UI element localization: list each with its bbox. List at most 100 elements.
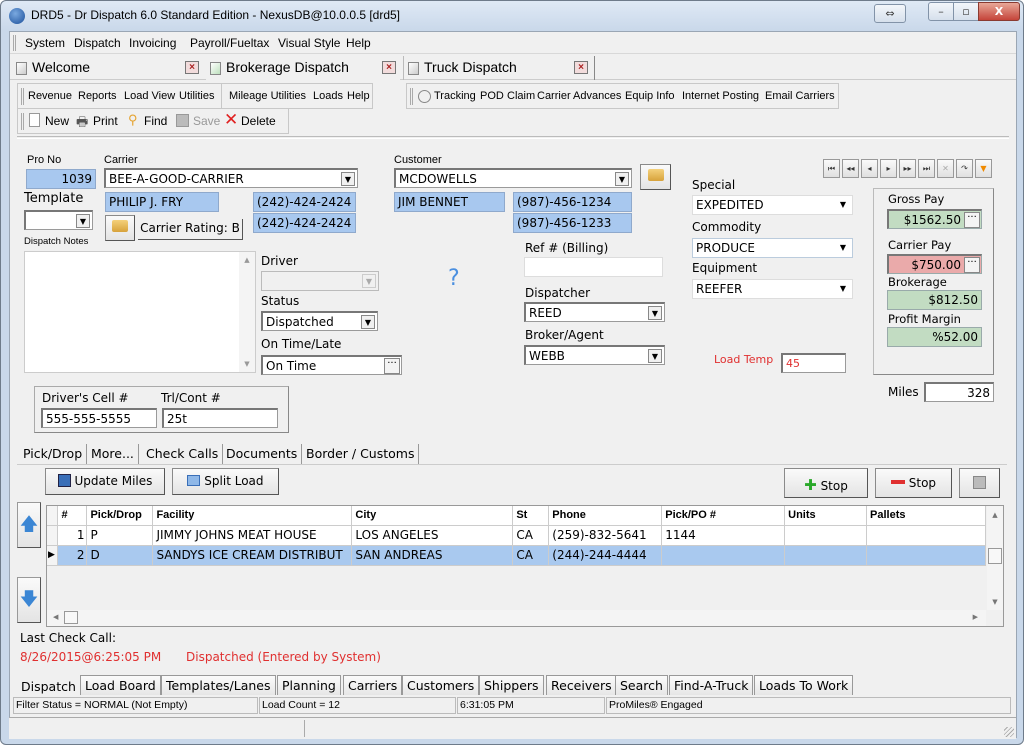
cell-type[interactable]: P [86,525,154,546]
tab-check-calls[interactable]: Check Calls [142,444,224,464]
template-select[interactable]: ▼ [24,210,93,230]
cancel-record-button[interactable]: ✕ [937,159,954,178]
carrier-phone1-field[interactable]: (242)-424-2424 [253,192,356,212]
menu-revenue[interactable]: Revenue [28,90,72,102]
menu-payroll[interactable]: Payroll/Fueltax [190,36,269,50]
prior-page-button[interactable]: ◂◂ [842,159,859,178]
commodity-select[interactable]: PRODUCE ▼ [692,238,853,258]
col-header[interactable]: Pick/PO # [661,506,786,526]
chevron-down-icon[interactable]: ▼ [362,274,376,288]
carrier-rating-button[interactable]: Carrier Rating: B [138,219,243,240]
cell-phone[interactable]: (244)-244-4444 [548,545,663,566]
help-icon[interactable]: ? [448,266,460,291]
maximize-button[interactable]: ▫ [953,2,979,21]
cell-units[interactable] [784,545,868,566]
print-button[interactable]: Print [93,114,118,128]
broker-select[interactable]: WEBB ▼ [524,345,665,365]
first-record-button[interactable]: ⏮ [823,159,840,178]
tab-pick-drop[interactable]: Pick/Drop [19,444,88,464]
scroll-thumb[interactable] [64,611,78,624]
customer-email-button[interactable] [640,164,671,190]
find-button[interactable]: Find [144,114,167,128]
cell-po[interactable] [661,545,786,566]
miles-field[interactable]: 328 [924,382,994,402]
ellipsis-button[interactable]: ··· [964,257,980,273]
trailer-field[interactable]: 25t [162,408,278,428]
refresh-button[interactable]: ↷ [956,159,973,178]
save-stops-button[interactable] [959,468,1000,498]
tab-brokerage-dispatch[interactable]: Brokerage Dispatch × [206,56,400,80]
col-header[interactable]: Pallets [866,506,986,526]
menu-toolbar-help[interactable]: Help [347,90,370,102]
tab-truck-dispatch[interactable]: Truck Dispatch × [403,56,595,80]
customer-select[interactable]: MCDOWELLS ▼ [394,168,632,188]
col-header[interactable]: Phone [548,506,663,526]
cell-num[interactable]: 2 [57,545,88,566]
chevron-down-icon[interactable]: ▼ [341,172,355,186]
col-header[interactable]: Facility [152,506,353,526]
chevron-down-icon[interactable]: ▼ [836,282,850,296]
tab-dispatch[interactable]: Dispatch [17,677,80,697]
menu-system[interactable]: System [25,36,65,50]
cell-pallets[interactable] [866,545,986,566]
cell-type[interactable]: D [86,545,154,566]
menu-equip-info[interactable]: Equip Info [625,90,675,102]
add-stop-button[interactable]: ✚ Stop [784,468,868,498]
equipment-select[interactable]: REEFER ▼ [692,279,853,299]
tab-find-a-truck[interactable]: Find-A-Truck [669,675,754,695]
tab-documents[interactable]: Documents [222,444,303,464]
cell-units[interactable] [784,525,868,546]
load-temp-field[interactable]: 45 [781,353,846,373]
scroll-thumb[interactable] [988,548,1002,564]
chevron-down-icon[interactable]: ▼ [836,198,850,212]
update-miles-button[interactable]: Update Miles [45,468,165,495]
carrier-phone2-field[interactable]: (242)-424-2424 [253,213,356,233]
menu-internet-posting[interactable]: Internet Posting [682,90,759,102]
cell-city[interactable]: SAN ANDREAS [351,545,514,566]
cell-state[interactable]: CA [512,545,550,566]
menu-tracking[interactable]: Tracking [434,90,476,102]
toolbar-grip[interactable] [410,88,413,105]
prior-record-button[interactable]: ◂ [861,159,878,178]
close-tab-icon[interactable]: × [574,61,588,74]
cell-phone[interactable]: (259)-832-5641 [548,525,663,546]
cell-num[interactable]: 1 [57,525,88,546]
col-header[interactable]: Pick/Drop [86,506,154,526]
next-page-button[interactable]: ▸▸ [899,159,916,178]
new-button[interactable]: New [45,114,69,128]
driver-select[interactable]: ▼ [261,271,379,291]
carrier-email-button[interactable] [105,215,135,241]
tab-loads-to-work[interactable]: Loads To Work [754,675,854,695]
customer-phone2-field[interactable]: (987)-456-1233 [513,213,632,233]
toolbar-grip[interactable] [13,35,16,51]
tab-welcome[interactable]: Welcome × [12,56,204,80]
menu-dispatch[interactable]: Dispatch [74,36,121,50]
dispatcher-select[interactable]: REED ▼ [524,302,665,322]
tab-templates-lanes[interactable]: Templates/Lanes [161,675,276,695]
menu-carrier-advances[interactable]: Carrier Advances [537,90,621,102]
menu-reports[interactable]: Reports [78,90,117,102]
menu-pod[interactable]: POD [480,90,504,102]
grid-vertical-scrollbar[interactable]: ▲ ▼ [987,506,1003,610]
carrier-pay-field[interactable]: $750.00 ··· [887,254,982,274]
tab-carriers[interactable]: Carriers [343,675,403,695]
menu-invoicing[interactable]: Invoicing [129,36,176,50]
tab-border-customs[interactable]: Border / Customs [302,444,420,464]
special-select[interactable]: EXPEDITED ▼ [692,195,853,215]
grid-horizontal-scrollbar[interactable]: ◀ ▶ [47,610,986,626]
col-header[interactable]: # [57,506,88,526]
customer-phone1-field[interactable]: (987)-456-1234 [513,192,632,212]
menu-load-view[interactable]: Load View [124,90,175,102]
tab-customers[interactable]: Customers [402,675,480,695]
menu-email-carriers[interactable]: Email Carriers [765,90,835,102]
move-down-button[interactable]: 🡇 [17,577,41,623]
chevron-down-icon[interactable]: ▼ [648,349,662,363]
chevron-down-icon[interactable]: ▼ [615,172,629,186]
chevron-down-icon[interactable]: ▼ [76,214,90,228]
tab-planning[interactable]: Planning [277,675,341,695]
menu-loads[interactable]: Loads [313,90,343,102]
menu-utilities[interactable]: Utilities [179,90,214,102]
customer-contact-field[interactable]: JIM BENNET [394,192,505,212]
last-record-button[interactable]: ⏭ [918,159,935,178]
next-record-button[interactable]: ▸ [880,159,897,178]
